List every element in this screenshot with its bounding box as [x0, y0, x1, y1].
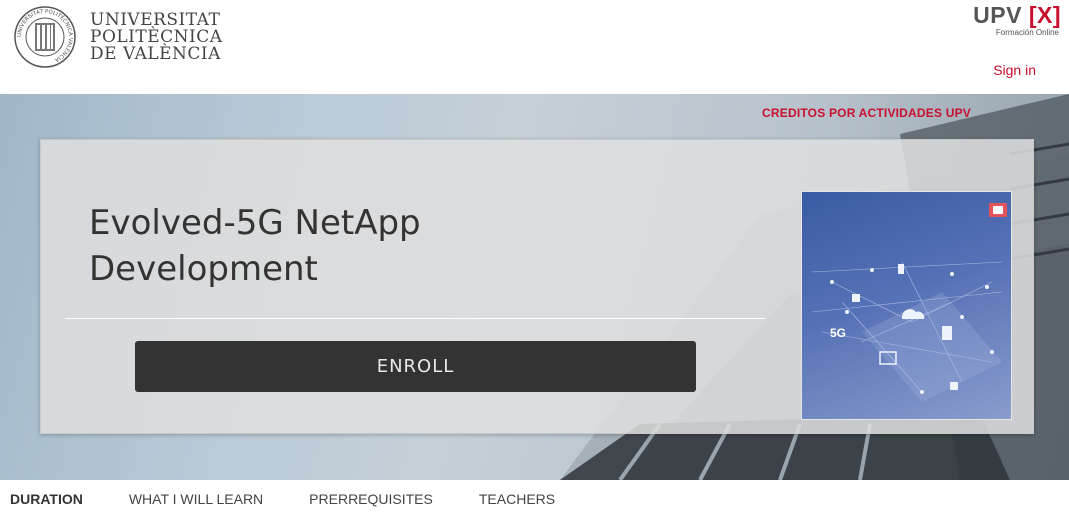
logo-line-2: POLITÈCNICA [90, 26, 223, 47]
tab-prerrequisites[interactable]: PRERREQUISITES [309, 491, 433, 507]
enroll-button[interactable]: ENROLL [135, 341, 696, 392]
sign-in-link[interactable]: Sign in [993, 62, 1036, 78]
logo-line-1: UNIVERSITAT [90, 9, 221, 30]
brand-subtitle: Formación Online [995, 28, 1059, 37]
tab-what-i-will-learn[interactable]: WHAT I WILL LEARN [129, 491, 263, 507]
course-title: Evolved-5G NetApp Development [89, 203, 421, 289]
network-illustration: 5G [811, 261, 1003, 402]
university-seal-icon: UNIVERSITAT POLITÈCNICA VALÈNCIA [14, 6, 76, 68]
pdf-badge-icon [989, 203, 1007, 217]
credits-activities-link[interactable]: CREDITOS POR ACTIVIDADES UPV [762, 106, 971, 120]
site-header: UNIVERSITAT POLITÈCNICA VALÈNCIA UNIVERS… [0, 0, 1069, 94]
course-tabs: DURATION WHAT I WILL LEARN PRERREQUISITE… [0, 480, 1069, 517]
tab-duration[interactable]: DURATION [10, 491, 83, 507]
course-image: 5G [801, 191, 1012, 420]
title-divider [65, 318, 765, 319]
image-5g-label: 5G [830, 326, 846, 340]
upvx-brand-logo[interactable]: UPV [X] Formación Online [973, 2, 1061, 37]
brand-upv: UPV [973, 2, 1022, 28]
tab-teachers[interactable]: TEACHERS [479, 491, 555, 507]
course-card: Evolved-5G NetApp Development ENROLL 5G [40, 139, 1034, 434]
university-logo[interactable]: UNIVERSITAT POLITÈCNICA VALÈNCIA UNIVERS… [14, 6, 223, 68]
brand-x: [X] [1028, 2, 1061, 28]
course-hero: CREDITOS POR ACTIVIDADES UPV Evolved-5G … [0, 94, 1069, 480]
logo-line-3: DE VALÈNCIA [90, 43, 221, 64]
brand-main: UPV [X] [973, 2, 1061, 28]
university-name: UNIVERSITAT POLITÈCNICA DE VALÈNCIA [90, 9, 223, 64]
